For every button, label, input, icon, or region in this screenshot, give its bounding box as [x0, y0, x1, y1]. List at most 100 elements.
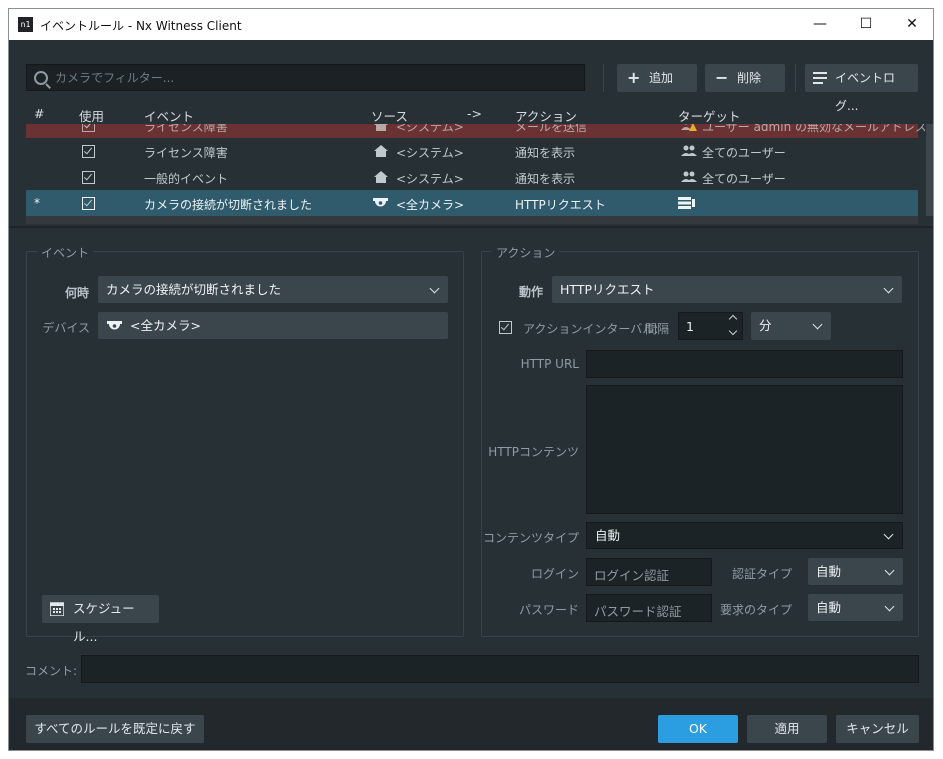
dialog-footer: すべてのルールを既定に戻す OK 適用 キャンセル	[9, 698, 933, 750]
interval-unit-value: 分	[759, 318, 772, 333]
action-group-title: アクション	[492, 244, 560, 261]
action-label: 動作	[518, 285, 543, 299]
content-type-label: コンテンツタイプ	[482, 531, 579, 545]
window-title: イベントルール - Nx Witness Client	[40, 19, 242, 33]
login-label: ログイン	[530, 567, 579, 581]
event-type-dropdown[interactable]: カメラの接続が切断されました	[98, 276, 448, 303]
system-icon	[374, 145, 388, 157]
enabled-checkbox[interactable]	[82, 124, 95, 132]
list-icon	[813, 72, 827, 84]
interval-unit-dropdown[interactable]: 分	[751, 312, 831, 340]
row-modified-marker: *	[34, 196, 40, 210]
plus-icon: +	[627, 68, 641, 87]
device-selector[interactable]: <全カメラ>	[98, 312, 448, 339]
row-source: <システム>	[396, 124, 464, 134]
table-row-selected[interactable]: * カメラの接続が切断されました <全カメラ> HTTPリクエスト	[26, 190, 918, 216]
close-button[interactable]: ✕	[889, 9, 933, 40]
table-row[interactable]: ライセンス障害 <システム> 通知を表示 全てのユーザー	[26, 138, 918, 164]
http-url-input[interactable]	[586, 350, 903, 378]
table-row[interactable]: ライセンス障害 <システム> メールを送信 ユーザー admin の無効なメール…	[26, 124, 925, 138]
maximize-button[interactable]: ☐	[843, 9, 889, 40]
rules-table: ライセンス障害 <システム> メールを送信 ユーザー admin の無効なメール…	[26, 124, 925, 216]
app-icon: n1	[18, 17, 33, 32]
system-icon	[374, 171, 388, 183]
row-action: メールを送信	[515, 124, 588, 134]
event-rules-window: n1 イベントルール - Nx Witness Client — ☐ ✕ + 追…	[8, 8, 934, 751]
system-icon	[374, 124, 388, 131]
minimize-button[interactable]: —	[797, 9, 843, 40]
col-action[interactable]: アクション	[515, 106, 577, 125]
action-interval-label: アクションインターバル:	[523, 322, 659, 336]
spin-down-icon[interactable]	[728, 326, 738, 336]
auth-type-label: 認証タイプ	[731, 567, 792, 581]
title-bar: n1 イベントルール - Nx Witness Client — ☐ ✕	[9, 9, 933, 40]
enabled-checkbox[interactable]	[82, 171, 95, 184]
event-log-button[interactable]: イベントログ...	[805, 64, 918, 113]
content-type-value: 自動	[595, 528, 621, 543]
schedule-button[interactable]: スケジュール...	[42, 595, 159, 644]
col-arrow[interactable]: ->	[467, 106, 482, 121]
login-input[interactable]: ログイン認証	[586, 558, 712, 586]
dialog-content: + 追加 − 削除 イベントログ... # 使用 イベント ソース -> アクシ…	[9, 40, 933, 750]
col-target[interactable]: ターゲット	[678, 106, 741, 125]
vertical-scrollbar[interactable]	[926, 124, 933, 216]
action-type-dropdown[interactable]: HTTPリクエスト	[552, 276, 902, 303]
comment-label: コメント:	[25, 664, 78, 678]
row-event: ライセンス障害	[144, 124, 228, 134]
add-rule-button[interactable]: + 追加	[617, 64, 697, 92]
interval-spinbox[interactable]: 1	[678, 312, 743, 340]
action-interval-checkbox[interactable]	[499, 321, 512, 334]
request-type-dropdown[interactable]: 自動	[808, 594, 903, 621]
col-enabled[interactable]: 使用	[79, 106, 104, 125]
auth-type-dropdown[interactable]: 自動	[808, 558, 903, 585]
row-event: ライセンス障害	[144, 146, 228, 160]
toolbar-separator	[795, 64, 796, 92]
toolbar-separator	[603, 64, 604, 92]
splitter-handle[interactable]	[9, 226, 933, 228]
minus-icon: −	[715, 68, 729, 87]
add-rule-label: 追加	[649, 71, 674, 85]
col-source[interactable]: ソース	[371, 106, 408, 125]
password-input[interactable]: パスワード認証	[586, 594, 712, 622]
http-content-label: HTTPコンテンツ	[488, 445, 579, 459]
enabled-checkbox[interactable]	[82, 145, 95, 158]
search-icon	[34, 71, 48, 85]
device-label: デバイス	[42, 321, 90, 335]
chevron-down-icon	[812, 319, 823, 330]
camera-filter-search[interactable]	[26, 64, 585, 91]
schedule-label: スケジュール...	[73, 601, 135, 644]
spin-up-icon[interactable]	[728, 314, 738, 324]
col-number[interactable]: #	[34, 106, 44, 121]
login-placeholder: ログイン認証	[594, 568, 670, 583]
reset-rules-button[interactable]: すべてのルールを既定に戻す	[26, 715, 204, 743]
event-type-value: カメラの接続が切断されました	[106, 282, 282, 297]
chevron-down-icon	[884, 601, 895, 612]
row-source: <システム>	[396, 146, 464, 160]
request-type-label: 要求のタイプ	[719, 603, 792, 617]
device-value: <全カメラ>	[130, 318, 201, 333]
camera-filter-input[interactable]	[55, 65, 575, 90]
row-event: 一般的イベント	[144, 172, 229, 186]
auth-type-value: 自動	[816, 564, 842, 579]
col-event[interactable]: イベント	[144, 106, 194, 125]
http-content-textarea[interactable]	[586, 385, 903, 514]
horizontal-scrollbar[interactable]	[26, 216, 918, 224]
row-event: カメラの接続が切断されました	[144, 198, 313, 212]
ok-button[interactable]: OK	[658, 715, 738, 743]
password-placeholder: パスワード認証	[594, 604, 682, 619]
content-type-dropdown[interactable]: 自動	[586, 522, 903, 549]
row-source: <システム>	[396, 172, 464, 186]
chevron-down-icon	[429, 283, 440, 294]
enabled-checkbox[interactable]	[82, 197, 95, 210]
table-row[interactable]: 一般的イベント <システム> 通知を表示 全てのユーザー	[26, 164, 918, 190]
delete-rule-button[interactable]: − 削除	[705, 64, 785, 92]
cancel-button[interactable]: キャンセル	[836, 715, 919, 743]
comment-input[interactable]	[81, 655, 919, 683]
row-action: 通知を表示	[515, 146, 576, 160]
row-target: 全てのユーザー	[702, 172, 786, 186]
row-action: 通知を表示	[515, 172, 576, 186]
users-warning-icon	[681, 124, 697, 131]
calendar-icon	[50, 602, 64, 616]
chevron-down-icon	[883, 283, 894, 294]
apply-button[interactable]: 適用	[747, 715, 827, 743]
